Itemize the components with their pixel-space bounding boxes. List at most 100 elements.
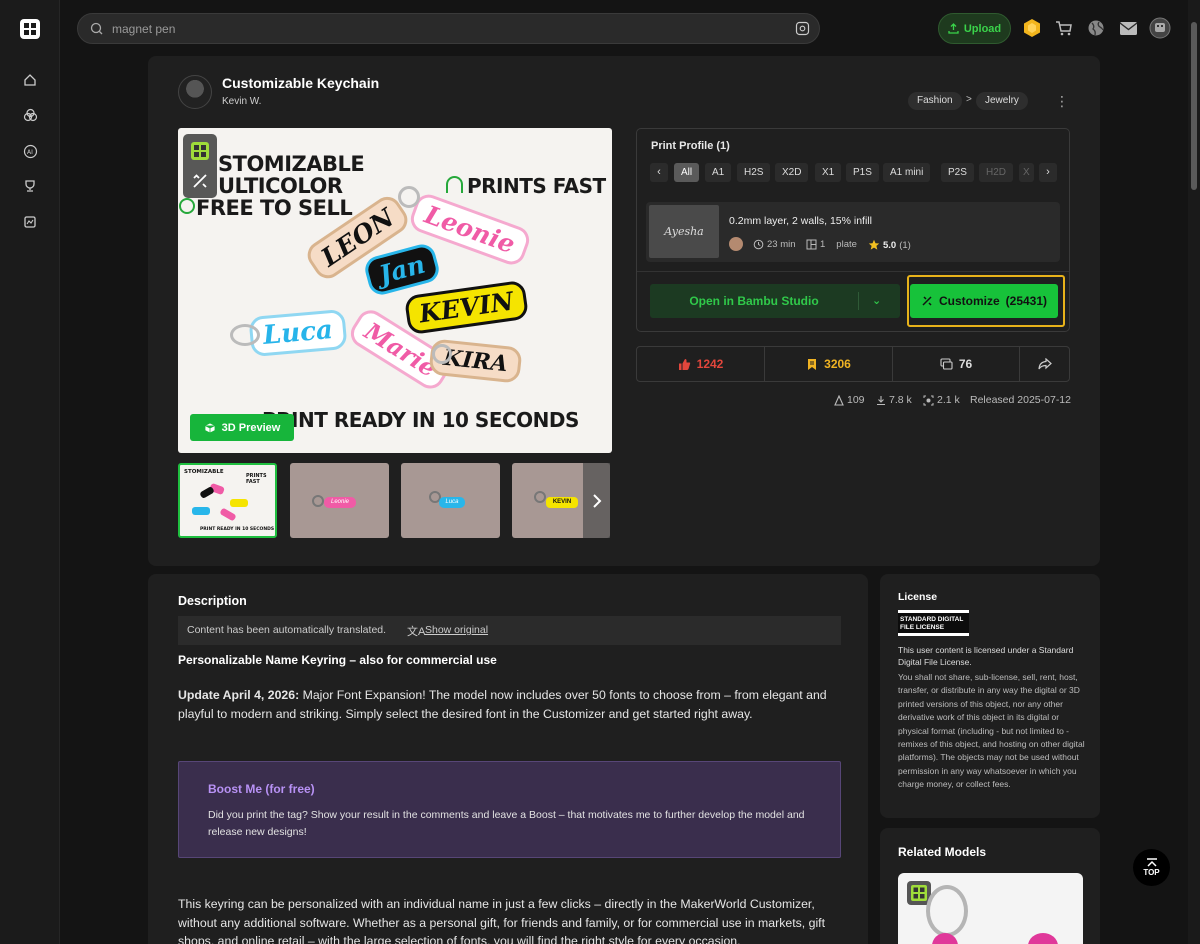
- scroll-to-top-label: TOP: [1143, 868, 1160, 877]
- 3d-preview-label: 3D Preview: [221, 421, 281, 434]
- printer-filter-x1[interactable]: X1: [815, 163, 842, 182]
- rating-count: (1): [899, 239, 911, 251]
- thumbnail-next-button[interactable]: [583, 463, 610, 538]
- download-icon: [877, 395, 885, 405]
- like-count: 1242: [696, 357, 724, 371]
- printer-scroll-right-button[interactable]: ›: [1039, 163, 1057, 182]
- license-badge[interactable]: STANDARD DIGITAL FILE LICENSE: [898, 610, 969, 636]
- hero-badge: [183, 134, 217, 198]
- hero-text-line2: ULTICOLOR: [218, 174, 343, 198]
- printer-filter-h2s[interactable]: H2S: [737, 163, 771, 182]
- key-ring: [432, 344, 452, 364]
- customize-button[interactable]: Customize (25431): [910, 284, 1058, 318]
- print-count: 109: [834, 394, 865, 406]
- category-jewelry[interactable]: Jewelry: [976, 92, 1028, 110]
- models-icon[interactable]: [20, 105, 40, 125]
- hero-text-line1: STOMIZABLE: [218, 152, 365, 176]
- makerworld-logo-icon[interactable]: [19, 18, 41, 40]
- download-count-value: 7.8 k: [889, 394, 912, 406]
- more-options-icon[interactable]: ⋮: [1055, 93, 1069, 109]
- profile-author-avatar[interactable]: [729, 237, 743, 251]
- star-icon: [868, 239, 880, 250]
- page-scrollbar-thumb[interactable]: [1191, 22, 1197, 190]
- update-label: Update April 4, 2026:: [178, 688, 300, 702]
- view-icon: [923, 395, 934, 405]
- upload-button[interactable]: Upload: [938, 13, 1011, 44]
- printer-filter-all[interactable]: All: [674, 163, 700, 182]
- collect-button[interactable]: 3206: [765, 347, 892, 381]
- translate-icon: 文A: [407, 626, 426, 638]
- makerlab-icon[interactable]: AI: [20, 141, 40, 161]
- printer-filter-a1-mini[interactable]: A1 mini: [883, 163, 931, 182]
- printer-filter-p1s[interactable]: P1S: [846, 163, 879, 182]
- profile-rating: 5.0 (1): [868, 239, 911, 251]
- chevron-down-icon[interactable]: ⌄: [872, 284, 881, 318]
- author-name[interactable]: Kevin W.: [222, 96, 261, 107]
- category-separator: >: [966, 94, 972, 105]
- printer-filter-x2d[interactable]: X2D: [775, 163, 809, 182]
- show-original-link[interactable]: Show original: [425, 624, 488, 636]
- printer-filter-x[interactable]: X: [1019, 163, 1034, 182]
- profile-name: 0.2mm layer, 2 walls, 15% infill: [729, 215, 872, 227]
- share-button[interactable]: [1020, 347, 1069, 381]
- mail-icon[interactable]: [1117, 17, 1139, 39]
- share-icon: [1037, 358, 1052, 370]
- credits-icon[interactable]: [1021, 17, 1043, 39]
- scroll-to-top-button[interactable]: TOP: [1133, 849, 1170, 886]
- printer-filter-a1[interactable]: A1: [705, 163, 732, 182]
- printer-filter-h2d[interactable]: H2D: [979, 163, 1014, 182]
- key-ring: [230, 324, 260, 346]
- customize-tool-icon: [922, 296, 932, 306]
- printer-filter-p2s[interactable]: P2S: [941, 163, 974, 182]
- translation-notice-text: Content has been automatically translate…: [187, 624, 387, 636]
- 3d-preview-button[interactable]: 3D Preview: [190, 414, 294, 441]
- like-button[interactable]: 1242: [637, 347, 764, 381]
- showcase-icon[interactable]: [20, 212, 40, 232]
- plate-count: 1 plate: [806, 239, 857, 250]
- category-fashion[interactable]: Fashion: [908, 92, 962, 110]
- user-avatar-icon[interactable]: [1149, 17, 1171, 39]
- license-heading: License: [898, 591, 938, 603]
- makerworld-badge-icon: [191, 142, 209, 160]
- thumb-hero-text: STOMIZABLE: [184, 469, 224, 475]
- search-input[interactable]: [112, 14, 792, 43]
- plate-label: plate: [836, 239, 857, 250]
- customizable-tool-icon: [193, 174, 207, 188]
- clock-icon: [753, 239, 764, 250]
- home-icon[interactable]: [20, 70, 40, 90]
- search-bar[interactable]: [77, 13, 820, 44]
- thumb-keychain-name: KEVIN: [546, 497, 578, 508]
- comments-button[interactable]: 76: [893, 347, 1019, 381]
- author-avatar[interactable]: [178, 75, 212, 109]
- keychain-shape: [1028, 933, 1058, 944]
- thumb-keychain: [199, 485, 215, 500]
- globe-icon[interactable]: [1085, 17, 1107, 39]
- profile-divider: [637, 271, 1069, 272]
- description-subtitle: Personalizable Name Keyring – also for c…: [178, 653, 497, 667]
- license-text: You shall not share, sub-license, sell, …: [898, 672, 1085, 790]
- open-in-bambu-studio-button[interactable]: Open in Bambu Studio ⌄: [650, 284, 900, 318]
- profile-thumbnail: Ayesha: [649, 205, 719, 258]
- customize-label: Customize: [938, 294, 1000, 308]
- chevron-right-icon: [592, 493, 601, 508]
- search-icon: [90, 22, 103, 35]
- thumb-key-ring: [312, 495, 324, 507]
- upload-icon: [948, 23, 959, 34]
- model-hero-image[interactable]: STOMIZABLE ULTICOLOR FREE TO SELL PRINTS…: [178, 128, 612, 453]
- upload-label: Upload: [963, 22, 1002, 35]
- trophy-icon[interactable]: [20, 176, 40, 196]
- thumbnail-3[interactable]: Luca: [401, 463, 500, 538]
- model-title: Customizable Keychain: [222, 75, 380, 91]
- cart-icon[interactable]: [1053, 17, 1075, 39]
- thumbnail-2[interactable]: Leonie: [290, 463, 389, 538]
- description-body: This keyring can be personalized with an…: [178, 897, 826, 944]
- arrow-up-icon: [1146, 858, 1157, 867]
- thumbnail-1[interactable]: STOMIZABLE PRINTS FAST PRINT READY IN 10…: [178, 463, 277, 538]
- related-model-thumbnail[interactable]: [898, 873, 1083, 944]
- printer-scroll-left-button[interactable]: ‹: [650, 163, 668, 182]
- plate-icon: [806, 239, 817, 250]
- print-profile-title: Print Profile (1): [651, 140, 730, 152]
- keychain-name: Luca: [248, 308, 348, 358]
- thumb-key-ring: [534, 491, 546, 503]
- image-search-icon[interactable]: [795, 21, 810, 36]
